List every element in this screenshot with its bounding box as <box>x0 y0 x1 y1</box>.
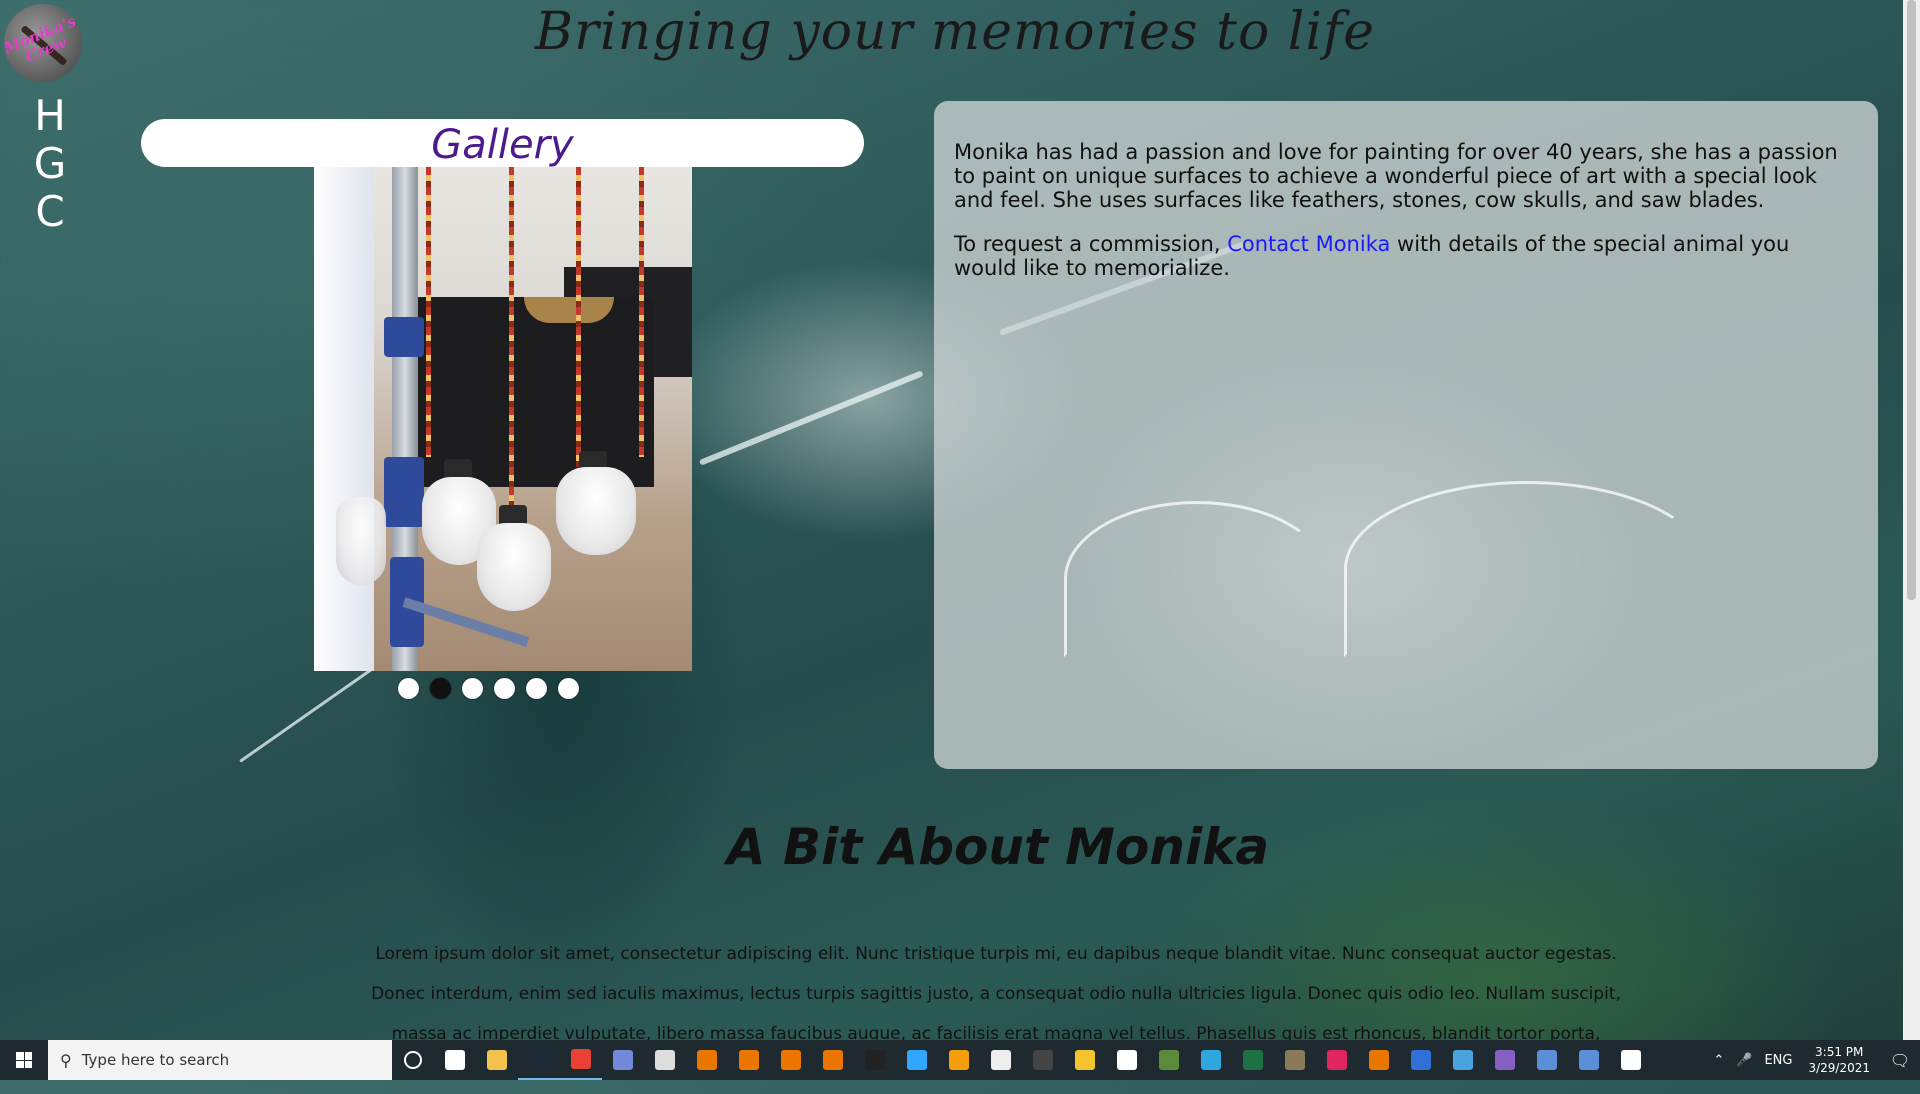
terminal-icon[interactable] <box>854 1040 896 1080</box>
info-text: Monika has had a passion and love for pa… <box>934 101 1878 280</box>
gallery-dot-3[interactable] <box>462 678 483 699</box>
start-button[interactable] <box>0 1040 48 1080</box>
photo-stand-clamp <box>384 317 424 357</box>
edge-icon[interactable] <box>1190 1040 1232 1080</box>
adobe-icon[interactable] <box>1316 1040 1358 1080</box>
taskbar-clock[interactable]: 3:51 PM 3/29/2021 <box>1798 1044 1880 1076</box>
page-title: Bringing your memories to life <box>534 2 1376 62</box>
visual-studio-icon[interactable] <box>1484 1040 1526 1080</box>
system-tray: ⌃ 🎤 ENG 3:51 PM 3/29/2021 🗨 <box>1707 1040 1920 1080</box>
photo-beaded-chain <box>639 167 644 457</box>
excel-icon[interactable] <box>1232 1040 1274 1080</box>
app-blue-icon[interactable] <box>1400 1040 1442 1080</box>
chrome-icon[interactable] <box>560 1040 602 1080</box>
document-icon[interactable] <box>1106 1040 1148 1080</box>
steam-icon[interactable] <box>518 1040 560 1080</box>
gallery-photo[interactable] <box>314 167 692 671</box>
gallery-pagination <box>398 678 579 699</box>
nav-item-contact[interactable]: C <box>30 188 70 236</box>
site-logo[interactable]: Monika's Crew <box>4 4 82 82</box>
blender-icon[interactable] <box>770 1040 812 1080</box>
side-nav: H G C <box>30 92 70 236</box>
taskbar-search[interactable]: ⚲ Type here to search <box>48 1040 392 1080</box>
search-icon: ⚲ <box>60 1050 72 1070</box>
info-panel: Monika has had a passion and love for pa… <box>934 101 1878 769</box>
photo-stand-clamp <box>384 457 424 527</box>
clock-time: 3:51 PM <box>1815 1045 1864 1059</box>
photo-beaded-chain <box>426 167 431 457</box>
horse-painting-outline <box>1064 501 1330 657</box>
inkscape-icon[interactable] <box>644 1040 686 1080</box>
blender-icon[interactable] <box>812 1040 854 1080</box>
horse-painting-outline <box>1344 481 1710 657</box>
mpc-icon[interactable] <box>1526 1040 1568 1080</box>
nuke-icon[interactable] <box>1064 1040 1106 1080</box>
photo-beaded-chain <box>509 167 514 527</box>
photo-basket <box>524 297 614 323</box>
blender-icon[interactable] <box>686 1040 728 1080</box>
photo-curtain <box>314 167 374 671</box>
logo-text: Monika's Crew <box>4 12 79 66</box>
photoshop-icon[interactable] <box>896 1040 938 1080</box>
background-streak <box>698 370 924 466</box>
windows-logo-icon <box>16 1052 32 1068</box>
sublime-icon[interactable] <box>938 1040 980 1080</box>
store-icon[interactable] <box>1442 1040 1484 1080</box>
nav-item-gallery[interactable]: G <box>30 140 70 188</box>
photo-lamp-shade <box>477 523 551 611</box>
gallery-dot-5[interactable] <box>526 678 547 699</box>
gallery-dot-2[interactable] <box>430 678 451 699</box>
gallery-title: Gallery <box>431 122 574 168</box>
gimp-icon[interactable] <box>1274 1040 1316 1080</box>
contact-monika-link[interactable]: Contact Monika <box>1227 232 1390 256</box>
chevron-up-icon[interactable]: ⌃ <box>1707 1053 1730 1068</box>
unity-icon[interactable] <box>980 1040 1022 1080</box>
minecraft-icon[interactable] <box>1148 1040 1190 1080</box>
blender-icon[interactable] <box>1358 1040 1400 1080</box>
about-title: A Bit About Monika <box>726 818 1270 876</box>
cortana-icon[interactable] <box>392 1040 434 1080</box>
discord-icon[interactable] <box>602 1040 644 1080</box>
info-paragraph: Monika has had a passion and love for pa… <box>954 140 1838 212</box>
clock-date: 3/29/2021 <box>1808 1061 1870 1075</box>
windows-taskbar: ⚲ Type here to search ⌃ 🎤 ENG 3:51 PM 3/… <box>0 1040 1920 1080</box>
app-star-icon[interactable] <box>1568 1040 1610 1080</box>
notification-icon[interactable]: 🗨 <box>1880 1040 1920 1080</box>
vpn-icon[interactable] <box>1610 1040 1652 1080</box>
photo-table <box>404 297 654 487</box>
search-placeholder: Type here to search <box>81 1051 230 1069</box>
microphone-icon[interactable]: 🎤 <box>1730 1053 1758 1068</box>
blender-icon[interactable] <box>728 1040 770 1080</box>
page-scrollbar[interactable] <box>1903 0 1920 1040</box>
commission-text-before: To request a commission, <box>954 232 1228 256</box>
nav-item-home[interactable]: H <box>30 92 70 140</box>
gallery-dot-4[interactable] <box>494 678 515 699</box>
photo-lamp-shade <box>336 497 386 585</box>
photo-beaded-chain <box>576 167 581 467</box>
file-explorer-icon[interactable] <box>476 1040 518 1080</box>
scrollbar-thumb[interactable] <box>1907 0 1916 600</box>
gallery-dot-1[interactable] <box>398 678 419 699</box>
language-indicator[interactable]: ENG <box>1758 1053 1798 1068</box>
taskbar-apps <box>392 1040 1652 1080</box>
gallery-dot-6[interactable] <box>558 678 579 699</box>
task-view-icon[interactable] <box>434 1040 476 1080</box>
obs-icon[interactable] <box>1022 1040 1064 1080</box>
background-streak <box>239 668 372 763</box>
photo-lamp-shade <box>556 467 636 555</box>
gallery-header: Gallery <box>141 119 864 168</box>
info-paragraph-commission: To request a commission, Contact Monika … <box>954 232 1858 280</box>
